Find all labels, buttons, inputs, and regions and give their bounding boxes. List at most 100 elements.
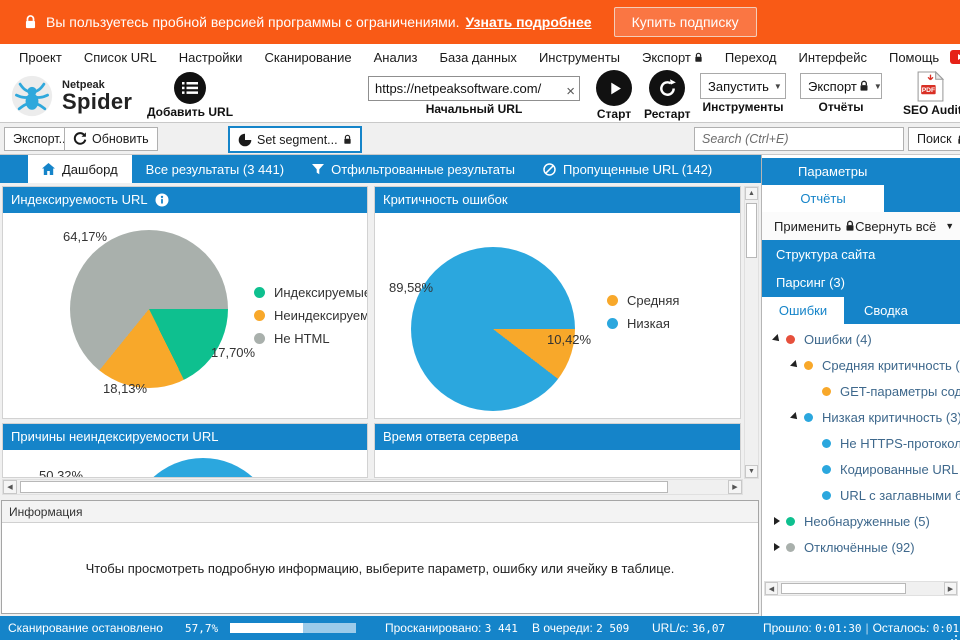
tab-summary[interactable]: Сводка: [844, 297, 908, 324]
status-bar: Сканирование остановлено 57,7% Просканир…: [0, 616, 960, 640]
legend-item: Низкая: [607, 312, 679, 335]
vertical-scrollbar[interactable]: ▲ ▼: [744, 186, 759, 479]
tree-item[interactable]: Кодированные URL (5: [762, 456, 960, 482]
chevron-down-icon: ▼: [874, 82, 882, 91]
export-reports-dropdown[interactable]: Экспорт ▼: [800, 73, 882, 99]
chart-header: Причины неиндексируемости URL: [2, 423, 368, 450]
tree-item[interactable]: Необнаруженные (5): [762, 508, 960, 534]
lock-icon: [343, 134, 352, 145]
menu-item[interactable]: Сканирование: [253, 50, 362, 65]
table-toolbar: Экспорт... Обновить Set segment... Поиск: [0, 123, 960, 155]
search-button[interactable]: Поиск: [908, 127, 960, 151]
tree-item[interactable]: Отключённые (92): [762, 534, 960, 560]
start-button[interactable]: [596, 70, 632, 106]
info-icon[interactable]: [155, 193, 169, 207]
result-tab[interactable]: Пропущенные URL (142): [529, 155, 726, 183]
filter-icon: [312, 164, 324, 175]
clear-url-icon[interactable]: ×: [566, 83, 575, 101]
chevron-down-icon: ▼: [774, 82, 782, 91]
menu-item[interactable]: Переход: [714, 50, 788, 65]
result-tab[interactable]: Дашборд: [28, 155, 132, 183]
scroll-right-icon[interactable]: ▶: [728, 480, 742, 494]
status-dot: [804, 361, 813, 370]
nav-parsing[interactable]: Парсинг (3): [776, 275, 960, 290]
nav-site-structure[interactable]: Структура сайта: [776, 247, 960, 262]
indexability-pie[interactable]: [70, 230, 228, 388]
tree-expander-icon[interactable]: [786, 413, 804, 421]
menu-item[interactable]: Список URL: [73, 50, 168, 65]
pdf-icon[interactable]: PDF: [903, 71, 957, 102]
tree-expander-icon[interactable]: [768, 517, 786, 525]
collapse-all-button[interactable]: Свернуть всё ▼: [855, 219, 954, 234]
menu-item[interactable]: Настройки: [168, 50, 254, 65]
skip-icon: [543, 163, 556, 176]
time-counters: Прошло: 0:01:30|Осталось: 0:01:10: [763, 621, 960, 635]
resize-grip[interactable]: [955, 635, 957, 637]
dashboard-area: Индексируемость URL 64,17% 17,70% 18,13%…: [0, 183, 761, 616]
refresh-button[interactable]: Обновить: [64, 127, 158, 151]
tree-item[interactable]: GET-параметры соде: [762, 378, 960, 404]
tree-expander-icon[interactable]: [786, 361, 804, 369]
horizontal-scrollbar[interactable]: ◀ ▶: [2, 479, 743, 495]
scroll-left-icon[interactable]: ◀: [765, 582, 778, 595]
home-icon: [42, 163, 55, 175]
pie-value-label: 10,42%: [547, 332, 591, 347]
chart-header: Время ответа сервера: [374, 423, 741, 450]
scroll-right-icon[interactable]: ▶: [944, 582, 957, 595]
trial-banner: Вы пользуетесь пробной версией программы…: [0, 0, 960, 44]
scan-progress-bar: [230, 623, 356, 633]
training-videos-link[interactable]: Обучающие видео: [950, 42, 960, 72]
menu-item[interactable]: Анализ: [363, 50, 429, 65]
menu-item[interactable]: Интерфейс: [788, 50, 878, 65]
set-segment-button[interactable]: Set segment...: [228, 126, 362, 153]
scan-percent: 57,7%: [185, 622, 218, 635]
menu-item[interactable]: Помощь: [878, 50, 950, 65]
menu-item[interactable]: Инструменты: [528, 50, 631, 65]
scroll-thumb[interactable]: [781, 583, 906, 594]
menu-item[interactable]: Проект: [8, 50, 73, 65]
result-tab[interactable]: Все результаты (3 441): [132, 155, 298, 183]
tree-item[interactable]: Ошибки (4): [762, 326, 960, 352]
restart-label: Рестарт: [644, 107, 691, 121]
svg-text:PDF: PDF: [921, 87, 934, 94]
status-dot: [822, 439, 831, 448]
run-tool-dropdown[interactable]: Запустить ▼: [700, 73, 786, 99]
add-url-button[interactable]: [174, 72, 206, 104]
apply-button[interactable]: Применить: [774, 219, 855, 234]
tree-item[interactable]: Средняя критичность (1): [762, 352, 960, 378]
result-tab[interactable]: Отфильтрованные результаты: [298, 155, 529, 183]
menu-item[interactable]: Экспорт: [631, 50, 714, 65]
learn-more-link[interactable]: Узнать подробнее: [466, 14, 592, 30]
main-toolbar: Netpeak Spider Добавить URL × Начальный …: [0, 70, 960, 123]
tree-expander-icon[interactable]: [768, 543, 786, 551]
search-input[interactable]: [694, 127, 904, 151]
tab-errors[interactable]: Ошибки: [762, 297, 844, 324]
initial-url-input[interactable]: [368, 76, 580, 101]
scroll-left-icon[interactable]: ◀: [3, 480, 17, 494]
chart-error-severity: Критичность ошибок 89,58% 10,42% Средняя…: [374, 186, 741, 419]
queue-counter: В очереди: 2 509: [532, 621, 629, 635]
list-icon: [182, 81, 198, 95]
menu-item[interactable]: База данных: [429, 50, 528, 65]
restart-button[interactable]: [649, 70, 685, 106]
brand-spider: Spider: [62, 91, 132, 113]
lock-icon: [957, 134, 960, 145]
scroll-thumb[interactable]: [746, 203, 757, 258]
tree-item[interactable]: URL с заглавными бу: [762, 482, 960, 508]
sidebar-horizontal-scrollbar[interactable]: ◀ ▶: [764, 581, 958, 596]
tree-item[interactable]: Низкая критичность (3): [762, 404, 960, 430]
reports-label: Отчёты: [800, 100, 882, 114]
scroll-thumb[interactable]: [20, 481, 668, 493]
tab-reports[interactable]: Отчёты: [762, 185, 884, 212]
pie-value-label: 17,70%: [211, 345, 255, 360]
tree-expander-icon[interactable]: [768, 335, 786, 343]
menu-bar: ПроектСписок URLНастройкиСканированиеАна…: [0, 44, 960, 70]
buy-subscription-button[interactable]: Купить подписку: [614, 7, 757, 37]
tab-parameters[interactable]: Параметры: [762, 158, 960, 185]
tree-item[interactable]: Не HTTPS-протокол (: [762, 430, 960, 456]
scroll-up-icon[interactable]: ▲: [745, 187, 758, 200]
lock-icon: [845, 220, 855, 232]
scroll-down-icon[interactable]: ▼: [745, 465, 758, 478]
error-severity-pie[interactable]: [411, 247, 575, 411]
reasons-pie[interactable]: [129, 458, 277, 478]
